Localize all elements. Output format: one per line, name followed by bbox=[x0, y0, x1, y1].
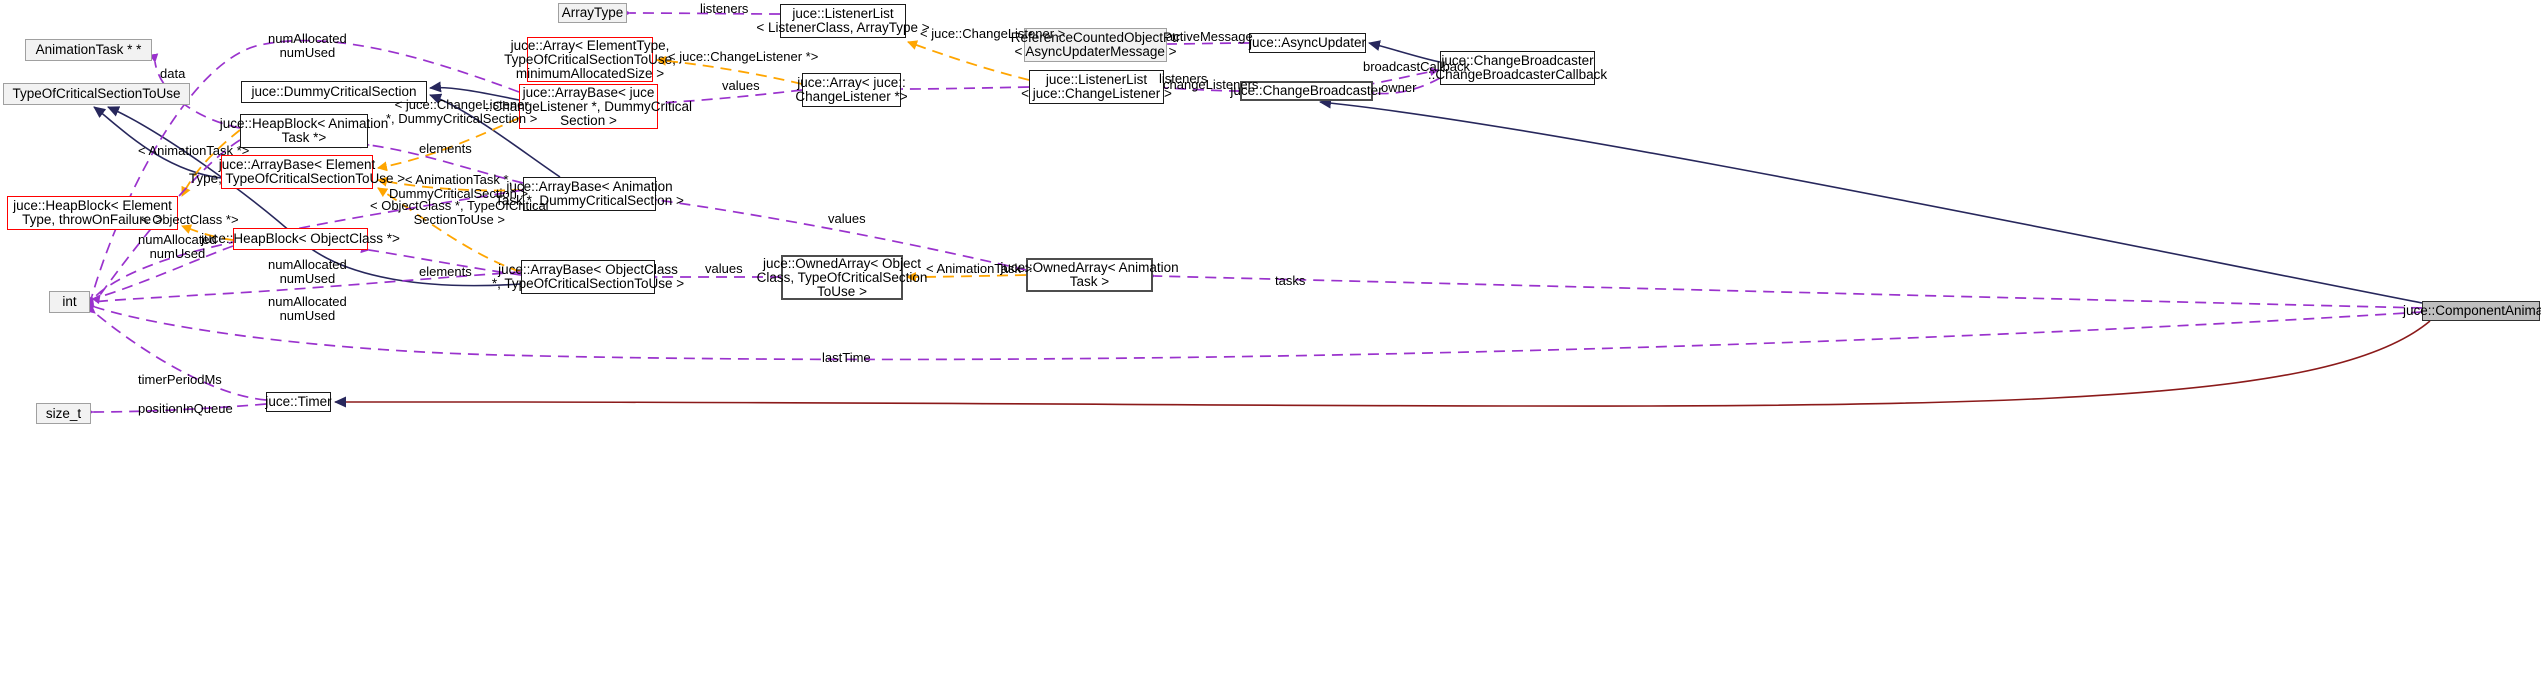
node-heapblock-animationtask[interactable]: juce::HeapBlock< Animation Task *> bbox=[220, 114, 388, 148]
edge-label-positioninqueue: positionInQueue bbox=[138, 401, 233, 416]
edge-label-data: data bbox=[160, 66, 186, 81]
edge-layer bbox=[84, 8, 2431, 417]
edge-label-animationtask-dummycriticalsection: < AnimationTask *, DummyCriticalSection … bbox=[389, 172, 529, 201]
node-size-t[interactable]: size_t bbox=[36, 403, 91, 424]
edge-label-activemessage: activeMessage bbox=[1166, 29, 1253, 44]
node-arraybase-objectclass[interactable]: juce::ArrayBase< ObjectClass *, TypeOfCr… bbox=[492, 260, 684, 294]
edge-label-elements-2: elements bbox=[419, 264, 472, 279]
edge-label-lasttime: lastTime bbox=[822, 350, 871, 365]
node-listenerlist-listenerclass[interactable]: juce::ListenerList < ListenerClass, Arra… bbox=[756, 4, 930, 38]
node-changebroadcaster[interactable]: juce::ChangeBroadcaster bbox=[1230, 81, 1383, 101]
edge-label-objectclass-typeofcriticalsection: < ObjectClass *, TypeOfCritical SectionT… bbox=[370, 198, 549, 227]
collaboration-diagram: AnimationTask * * TypeOfCriticalSectionT… bbox=[0, 0, 2541, 688]
edge-label-listeners-1: listeners bbox=[700, 1, 749, 16]
node-array-changelistener[interactable]: juce::Array< juce:: ChangeListener *> bbox=[795, 73, 908, 107]
edge-label-changelistener-dummycriticalsection: < juce::ChangeListener *, DummyCriticalS… bbox=[386, 97, 538, 126]
node-listenerlist-changelistener[interactable]: juce::ListenerList < juce::ChangeListene… bbox=[1021, 70, 1172, 104]
edge-label-values-3: values bbox=[705, 261, 743, 276]
node-heapblock-objectclass[interactable]: juce::HeapBlock< ObjectClass *> bbox=[201, 228, 400, 250]
edge-label-owner: owner bbox=[1381, 80, 1417, 95]
node-ownedarray-animationtask[interactable]: juce::OwnedArray< Animation Task > bbox=[1000, 258, 1179, 292]
node-int[interactable]: int bbox=[49, 291, 90, 313]
edge-label-timerperiodms: timerPeriodMs bbox=[138, 372, 222, 387]
node-arraybase-elementtype[interactable]: juce::ArrayBase< Element Type, TypeOfCri… bbox=[189, 155, 405, 189]
node-asyncupdater[interactable]: juce::AsyncUpdater bbox=[1249, 33, 1366, 53]
node-timer[interactable]: juce::Timer bbox=[265, 392, 332, 412]
edge-label-numallocated-numused-1: numAllocated numUsed bbox=[268, 31, 347, 60]
edge-label-objectclass-ptr: < ObjectClass *> bbox=[141, 212, 239, 227]
edge-label-animationtask: < AnimationTask > bbox=[926, 261, 1033, 276]
edge-label-changelistener: < juce::ChangeListener > bbox=[920, 26, 1066, 41]
edge-label-changelisteners: changeListeners bbox=[1163, 77, 1259, 92]
edge-label-numallocated-numused-4: numAllocated numUsed bbox=[268, 294, 347, 323]
node-component-animator[interactable]: juce::ComponentAnimator bbox=[2403, 301, 2541, 321]
edge-label-elements-1: elements bbox=[419, 141, 472, 156]
edge-label-changelistener-ptr: < juce::ChangeListener *> bbox=[668, 49, 819, 64]
edge-label-numallocated-numused-3: numAllocated numUsed bbox=[268, 257, 347, 286]
node-type-of-critical-section-to-use[interactable]: TypeOfCriticalSectionToUse bbox=[3, 83, 190, 105]
node-arraytype[interactable]: ArrayType bbox=[558, 3, 627, 23]
edge-label-values-1: values bbox=[722, 78, 760, 93]
edge-label-broadcastcallback: broadcastCallback bbox=[1363, 59, 1470, 74]
edge-label-values-2: values bbox=[828, 211, 866, 226]
edge-label-animationtask-ptr: < AnimationTask *> bbox=[138, 143, 250, 158]
node-animation-task-pp[interactable]: AnimationTask * * bbox=[25, 39, 152, 61]
node-ownedarray-objectclass[interactable]: juce::OwnedArray< Object Class, TypeOfCr… bbox=[757, 255, 927, 300]
edge-label-tasks: tasks bbox=[1275, 273, 1306, 288]
node-arraybase-changelistener[interactable]: juce::ArrayBase< juce ::ChangeListener *… bbox=[485, 84, 692, 129]
edge-label-numallocated-numused-2: numAllocated numUsed bbox=[138, 232, 217, 261]
node-array-elementtype[interactable]: juce::Array< ElementType, TypeOfCritical… bbox=[504, 37, 676, 82]
